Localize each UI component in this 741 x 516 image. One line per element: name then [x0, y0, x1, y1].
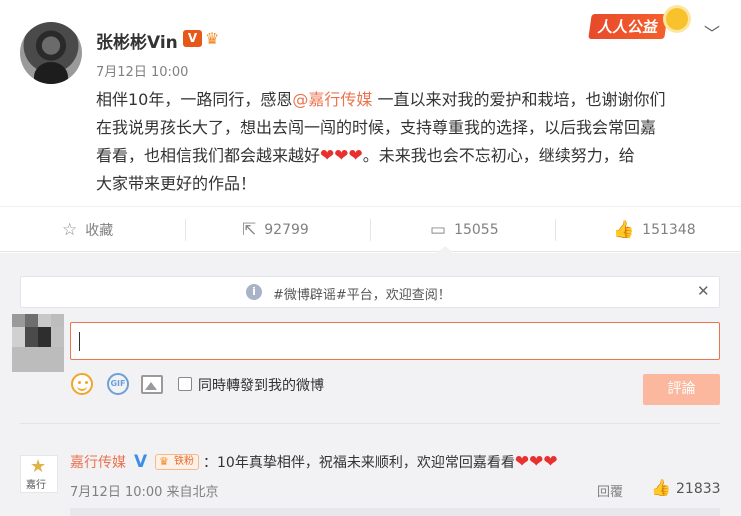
author-avatar[interactable] [20, 22, 82, 84]
divider [20, 423, 720, 424]
my-avatar[interactable] [12, 314, 64, 372]
gif-icon[interactable]: GIF [107, 373, 129, 395]
charity-badge-label: 人人公益 [588, 14, 668, 39]
rumor-notice: i #微博辟谣#平台，欢迎查阅！ ✕ [20, 276, 720, 308]
comment-icon: ▭ [430, 220, 447, 240]
mention-link[interactable]: @嘉行传媒 [292, 90, 372, 109]
image-icon[interactable] [141, 375, 163, 394]
post-content: 相伴10年，一路同行，感恩@嘉行传媒 一直以来对我的爱护和栽培，也谢谢你们 在我… [96, 90, 666, 193]
verified-icon[interactable]: V [134, 452, 147, 472]
star-icon: ☆ [62, 220, 78, 240]
crown-icon[interactable]: ♛ [205, 29, 219, 48]
action-bar: ☆ 收藏 ⇱ 92799 ▭ 15055 👍 151348 [0, 206, 741, 252]
heart-emoji: ❤❤❤ [514, 452, 558, 472]
comment-input[interactable] [70, 322, 720, 360]
post-card: 张彬彬Vin V ♛ 7月12日 10:00 人人公益 ﹀ 相伴10年，一路同行… [0, 0, 741, 206]
repost-icon: ⇱ [242, 220, 257, 240]
pointer-triangle [437, 246, 453, 253]
comment-text: ：10年真挚相伴，祝福未来顺利，欢迎常回嘉看看❤❤❤ [203, 452, 558, 472]
favorite-button[interactable]: ☆ 收藏 [62, 207, 113, 253]
post-time[interactable]: 7月12日 10:00 [96, 61, 188, 80]
commenter-avatar[interactable]: ★ 嘉行 [20, 455, 58, 493]
repost-checkbox-label[interactable]: 同時轉發到我的微博 [198, 375, 324, 395]
close-icon[interactable]: ✕ [697, 282, 710, 300]
chevron-down-icon[interactable]: ﹀ [704, 20, 720, 44]
vip-icon[interactable]: V [183, 30, 202, 47]
heart-emoji: ❤❤❤ [320, 146, 363, 166]
comment-like-count[interactable]: 21833 [676, 481, 721, 497]
emoji-icon[interactable] [71, 373, 93, 395]
commenter-name[interactable]: 嘉行传媒 [70, 452, 126, 472]
next-comment-preview [70, 508, 720, 516]
submit-comment-button[interactable]: 評論 [643, 374, 720, 405]
repost-checkbox[interactable] [178, 377, 192, 391]
thumbs-up-icon[interactable]: 👍 [651, 478, 671, 497]
comment-time: 7月12日 10:00 来自北京 [70, 485, 219, 500]
repost-button[interactable]: ⇱ 92799 [242, 207, 309, 253]
like-button[interactable]: 👍 151348 [613, 207, 696, 253]
info-icon: i [246, 284, 262, 300]
sun-icon [666, 8, 688, 30]
star-logo-icon: ★ [30, 456, 47, 477]
thumbs-up-icon: 👍 [613, 220, 635, 240]
charity-badge[interactable]: 人人公益 [570, 8, 692, 40]
reply-button[interactable]: 回覆 [597, 481, 623, 500]
author-name[interactable]: 张彬彬Vin [96, 28, 178, 53]
notice-text[interactable]: #微博辟谣#平台，欢迎查阅！ [273, 284, 451, 303]
text-caret [79, 332, 80, 351]
fan-badge[interactable]: 铁粉 [155, 454, 199, 470]
